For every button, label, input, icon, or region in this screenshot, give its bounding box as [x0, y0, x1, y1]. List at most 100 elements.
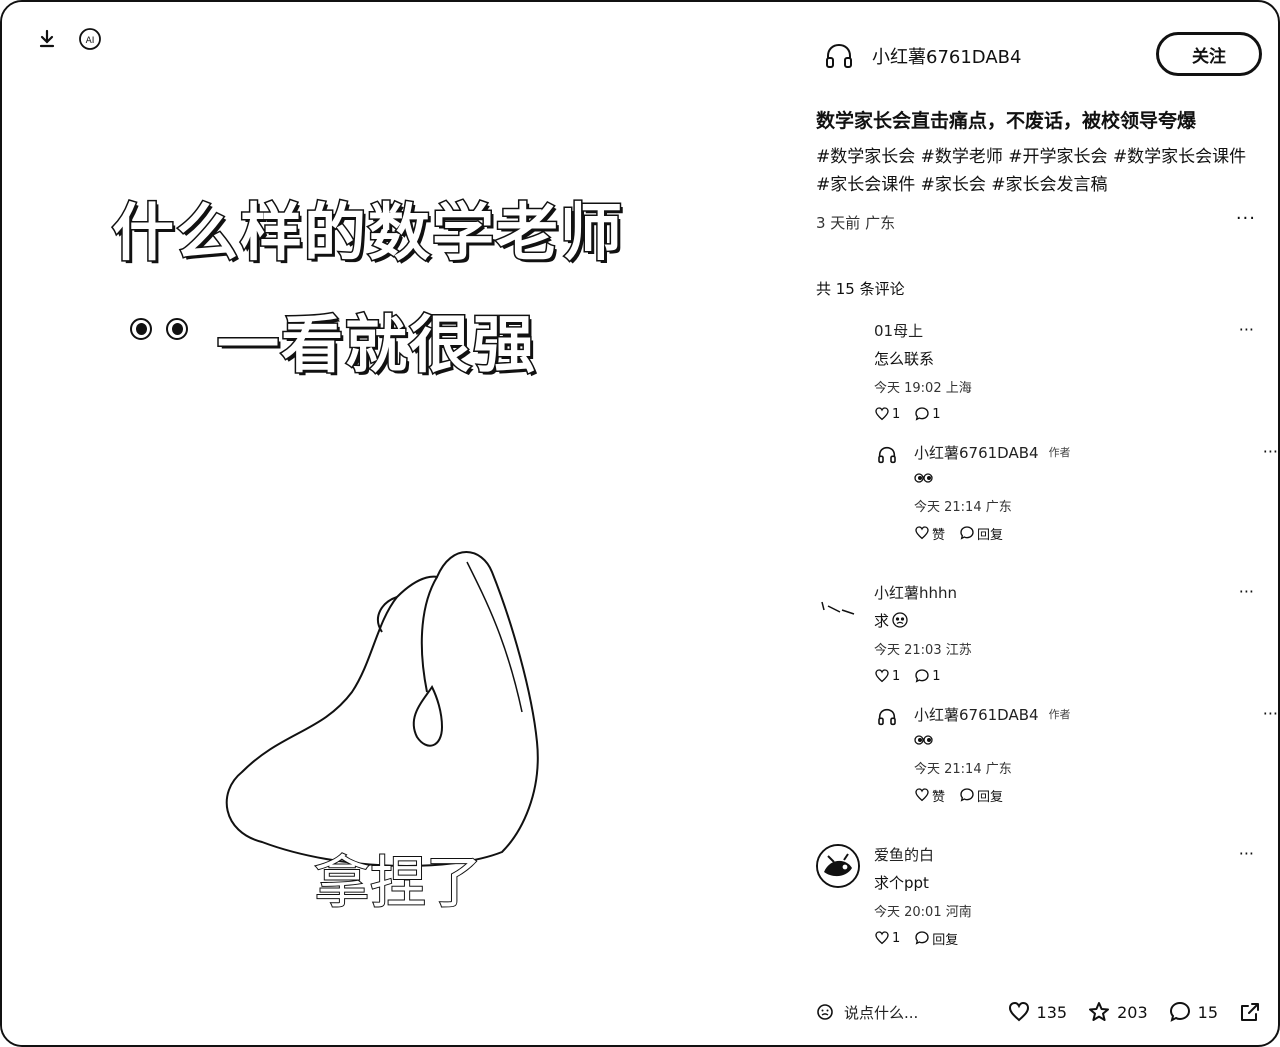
ai-button[interactable]: AI [77, 26, 103, 52]
comment-like-button[interactable]: 1 [874, 406, 900, 422]
bottom-bar: 说点什么... 135 203 15 [816, 994, 1262, 1030]
reply-more-button[interactable]: ··· [1263, 442, 1278, 461]
heart-icon [875, 407, 889, 421]
headline-line1: 什么样的数学老师 [110, 195, 625, 271]
star-icon [1089, 1002, 1110, 1021]
comment-meta: 今天 19:02 上海 [874, 381, 972, 396]
headline-line2: 一看就很强 [215, 307, 538, 383]
comment-button[interactable]: 15 [1168, 1000, 1218, 1024]
share-icon [1241, 1003, 1259, 1021]
fish-sketch-avatar-icon [818, 846, 858, 886]
comment-reply-label: 回复 [932, 932, 959, 948]
comment-like-count: 1 [892, 930, 901, 946]
headphones-icon [826, 43, 852, 68]
reply-avatar[interactable] [874, 442, 900, 468]
reply-like-button[interactable]: 赞 [914, 786, 945, 805]
headphones-icon [878, 708, 896, 726]
like-count: 135 [1036, 1002, 1068, 1022]
author-badge: 作者 [1048, 446, 1071, 459]
reply-like-button[interactable]: 赞 [914, 524, 945, 543]
download-button[interactable] [34, 26, 60, 52]
comment-reply-button[interactable]: 回复 [914, 929, 958, 948]
speech-bubble-icon [960, 788, 974, 802]
reply-reply-label: 回复 [977, 527, 1004, 543]
detail-panel: 小红薯6761DAB4 关注 数学家长会直击痛点，不废话，被校领导夸爆 #数学家… [792, 2, 1278, 1045]
post-more-button[interactable]: ··· [1236, 208, 1256, 229]
speech-bubble-icon [960, 526, 974, 540]
comment-like-button[interactable]: 1 [874, 930, 900, 946]
reply-emoji [914, 730, 1244, 750]
comment-author[interactable]: 01母上 [874, 320, 1244, 340]
comment-more-button[interactable]: ··· [1239, 844, 1254, 863]
eyes-emoji-icon [914, 735, 933, 745]
comment-count: 共 15 条评论 [816, 280, 905, 298]
speech-bubble-icon [915, 931, 929, 945]
reply-more-button[interactable]: ··· [1263, 704, 1278, 723]
svg-text:AI: AI [86, 36, 95, 46]
comment-avatar[interactable] [816, 584, 860, 628]
comment-reply-button[interactable]: 1 [914, 668, 941, 684]
follow-button[interactable]: 关注 [1156, 32, 1262, 76]
collect-button[interactable]: 203 [1087, 1000, 1148, 1024]
author-row: 小红薯6761DAB4 关注 [822, 32, 1262, 76]
sketch-avatar-icon [821, 601, 855, 615]
heart-icon [915, 788, 929, 802]
like-button[interactable]: 135 [1007, 1000, 1068, 1024]
download-icon [39, 29, 55, 48]
headphones-icon [878, 446, 896, 464]
comment-text: 怎么联系 [874, 350, 935, 368]
comment-input-placeholder: 说点什么... [844, 1003, 919, 1022]
reply-reply-button[interactable]: 回复 [959, 786, 1003, 805]
author-badge: 作者 [1048, 708, 1071, 721]
reply-author[interactable]: 小红薯6761DAB4 [914, 704, 1039, 725]
ai-icon: AI [79, 28, 101, 50]
reply-author[interactable]: 小红薯6761DAB4 [914, 442, 1039, 463]
heart-icon [875, 669, 889, 683]
comment-avatar[interactable] [816, 844, 860, 888]
reply-like-label: 赞 [932, 527, 946, 543]
collect-count: 203 [1117, 1002, 1148, 1022]
emoji-face-icon [817, 1004, 833, 1020]
author-name[interactable]: 小红薯6761DAB4 [872, 43, 1021, 69]
comment-input[interactable]: 说点什么... [816, 1002, 996, 1023]
heart-icon [915, 526, 929, 540]
heart-icon [875, 931, 889, 945]
speech-bubble-icon [1169, 1001, 1190, 1022]
reply-avatar[interactable] [874, 704, 900, 730]
speech-bubble-icon [915, 669, 929, 683]
image-caption: 拿捏了 [313, 850, 483, 917]
comment-author[interactable]: 小红薯hhhn [874, 582, 1244, 602]
author-avatar[interactable] [822, 39, 856, 73]
comment-reply-button[interactable]: 1 [914, 406, 941, 422]
comment-meta: 今天 21:03 江苏 [874, 643, 972, 658]
pleading-emoji-icon [892, 612, 908, 628]
reply-meta: 今天 21:14 广东 [914, 762, 1012, 777]
comment-reply-count: 1 [932, 406, 941, 422]
comment-more-button[interactable]: ··· [1239, 582, 1254, 601]
comment-text: 求 [874, 611, 890, 630]
comment-more-button[interactable]: ··· [1239, 320, 1254, 339]
reply-emoji [914, 468, 1244, 488]
reply-reply-label: 回复 [977, 789, 1004, 805]
eyes-emoji-icon [914, 473, 933, 483]
post-meta: 3 天前 广东 [816, 214, 896, 232]
reply-meta: 今天 21:14 广东 [914, 500, 1012, 515]
comment-like-button[interactable]: 1 [874, 668, 900, 684]
post-image: AI 什么样的数学老师 一看就很强 拿捏了 [2, 2, 792, 1045]
comment-reply-count: 1 [932, 668, 941, 684]
app-window: AI 什么样的数学老师 一看就很强 拿捏了 小红薯6761DAB4 关注 数学家… [0, 0, 1280, 1047]
post-title: 数学家长会直击痛点，不废话，被校领导夸爆 [816, 110, 1197, 132]
heart-icon [1008, 1001, 1029, 1022]
reply-like-label: 赞 [932, 789, 946, 805]
comment-like-count: 1 [892, 668, 901, 684]
comment-body: 01母上 怎么联系 今天 19:02 上海 1 1 [874, 320, 1244, 423]
comment-like-count: 1 [892, 406, 901, 422]
comment-meta: 今天 20:01 河南 [874, 905, 972, 920]
comment-author[interactable]: 爱鱼的白 [874, 844, 1244, 864]
share-button[interactable] [1238, 1000, 1262, 1024]
comment-total: 15 [1197, 1002, 1218, 1022]
eyes-emoji [130, 318, 188, 340]
reply-reply-button[interactable]: 回复 [959, 524, 1003, 543]
speech-bubble-icon [915, 407, 929, 421]
post-tags[interactable]: #数学家长会 #数学老师 #开学家长会 #数学家长会课件 #家长会课件 #家长会… [816, 143, 1256, 199]
